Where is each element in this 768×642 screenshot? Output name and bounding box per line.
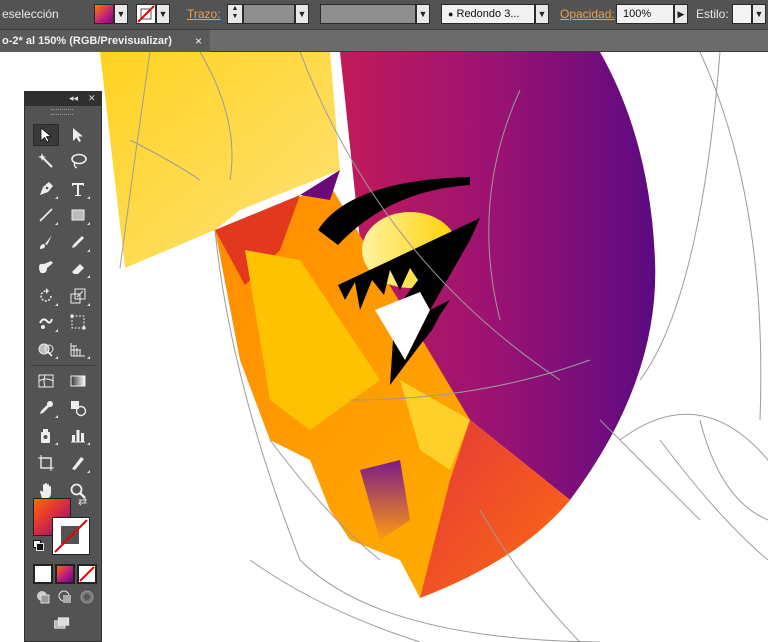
draw-normal-icon[interactable] [33, 588, 53, 606]
none-mode-button[interactable] [77, 564, 97, 584]
lasso-icon[interactable] [65, 150, 91, 172]
tools-separator [31, 365, 95, 366]
selection-arrow-icon[interactable] [33, 124, 59, 146]
stroke-dropdown-button[interactable]: ▼ [156, 4, 170, 24]
brush-definition-value: Redondo 3... [456, 8, 520, 20]
opacity-label[interactable]: Opacidad: [560, 7, 615, 21]
warp-icon[interactable] [33, 311, 59, 333]
no-stroke-icon [137, 5, 155, 23]
default-colors-icon[interactable] [33, 540, 44, 551]
blend-icon[interactable] [65, 397, 91, 419]
draw-behind-icon[interactable] [55, 588, 75, 606]
free-transform-icon[interactable] [65, 311, 91, 333]
pen-icon[interactable] [33, 178, 59, 200]
stroke-label[interactable]: Trazo: [187, 7, 221, 21]
none-mode-icon [79, 566, 95, 582]
document-tab-title: o-2* al 150% (RGB/Previsualizar) [2, 35, 172, 47]
symbol-sprayer-icon[interactable] [33, 424, 59, 446]
screen-mode-icon[interactable] [49, 612, 75, 634]
none-stroke-icon [54, 519, 88, 553]
eyedropper-icon[interactable] [33, 397, 59, 419]
brush-dropdown[interactable]: ▼ [535, 4, 549, 24]
style-dropdown[interactable]: ▼ [752, 4, 766, 24]
paintbrush-icon[interactable] [33, 231, 59, 253]
selection-label: eselección [2, 7, 59, 21]
magic-wand-icon[interactable] [33, 150, 59, 172]
column-graph-icon[interactable] [65, 424, 91, 446]
blob-brush-icon[interactable] [33, 257, 59, 279]
opacity-value: 100% [623, 8, 652, 20]
gradient-mode-button[interactable] [55, 564, 75, 584]
document-tab[interactable]: o-2* al 150% (RGB/Previsualizar) × [0, 30, 210, 52]
style-label: Estilo: [696, 7, 729, 21]
perspective-grid-icon[interactable] [65, 338, 91, 360]
direct-selection-icon[interactable] [65, 124, 91, 146]
rotate-icon[interactable] [33, 285, 59, 307]
opacity-field[interactable]: 100% [616, 4, 674, 24]
artwork [100, 52, 768, 642]
rectangle-icon[interactable] [65, 204, 91, 226]
line-icon[interactable] [33, 204, 59, 226]
close-panel-icon[interactable]: ✕ [88, 93, 96, 104]
artboard-canvas[interactable] [0, 52, 768, 642]
stroke-color-swatch[interactable] [52, 517, 90, 555]
fill-dropdown-button[interactable]: ▼ [114, 4, 128, 24]
document-tab-bar: o-2* al 150% (RGB/Previsualizar) × [0, 30, 768, 52]
gradient-icon[interactable] [65, 370, 91, 392]
brush-dot-icon: ● [448, 9, 454, 19]
color-mode-button[interactable] [33, 564, 53, 584]
opacity-arrow-button[interactable]: ▶ [674, 4, 688, 24]
control-bar: eselección ▼ ▼ Trazo: ▲ ▼ ▼ ▼ ● Redondo 3… [0, 0, 768, 30]
stroke-weight-dropdown[interactable]: ▼ [295, 4, 309, 24]
swap-colors-icon[interactable]: ⇄ [78, 496, 90, 508]
pencil-icon[interactable] [65, 231, 91, 253]
stroke-swatch[interactable] [136, 4, 156, 24]
panel-grip[interactable] [51, 109, 73, 115]
slice-icon[interactable] [65, 452, 91, 474]
variable-width-profile[interactable] [320, 4, 416, 24]
variable-width-dropdown[interactable]: ▼ [416, 4, 430, 24]
type-icon[interactable] [65, 178, 91, 200]
mesh-icon[interactable] [33, 370, 59, 392]
brush-definition-field[interactable]: ● Redondo 3... [441, 4, 535, 24]
eraser-icon[interactable] [65, 257, 91, 279]
tools-panel: ◂◂ ✕ ⇄ [24, 91, 102, 642]
tools-panel-header[interactable]: ◂◂ ✕ [25, 92, 101, 106]
scale-icon[interactable] [65, 285, 91, 307]
stroke-weight-stepper[interactable]: ▲ ▼ [227, 4, 243, 24]
draw-inside-icon[interactable] [77, 588, 97, 606]
collapse-panel-icon[interactable]: ◂◂ [69, 93, 78, 104]
style-swatch[interactable] [732, 4, 752, 24]
fill-swatch[interactable] [94, 4, 114, 24]
close-tab-icon[interactable]: × [195, 30, 202, 52]
stroke-weight-field[interactable] [243, 4, 295, 24]
shape-builder-icon[interactable] [33, 338, 59, 360]
artboard-icon[interactable] [33, 452, 59, 474]
